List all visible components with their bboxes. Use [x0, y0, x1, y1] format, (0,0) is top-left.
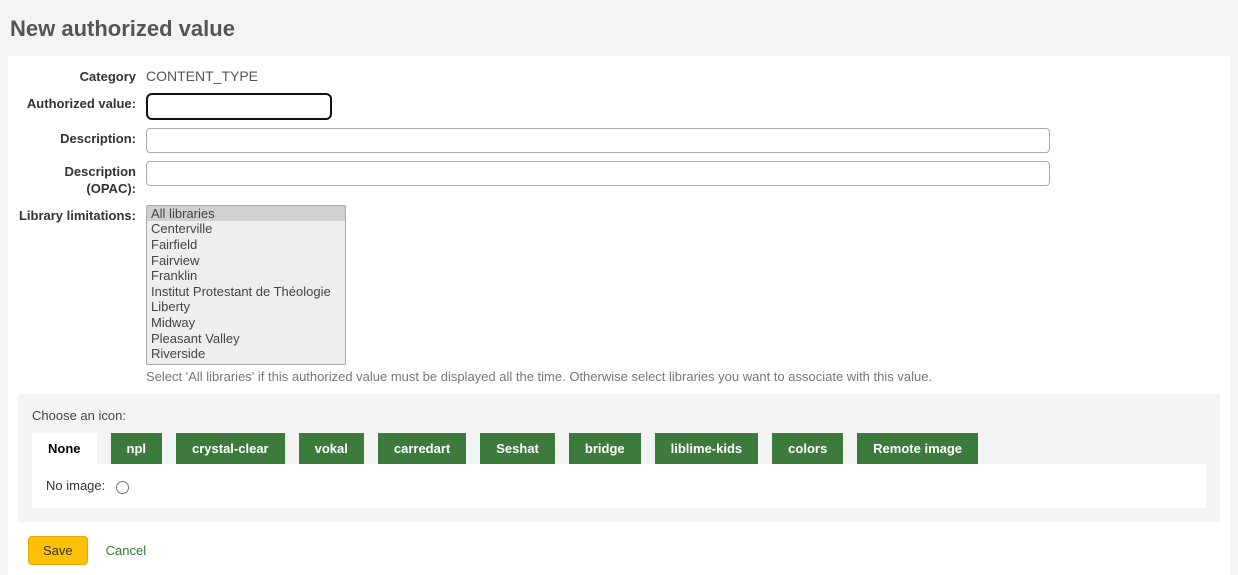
form-panel: Category CONTENT_TYPE Authorized value: … — [8, 56, 1230, 575]
icon-tab-strip: Nonenpl crystal-clear vokal carredart Seshat… — [32, 433, 1206, 464]
icon-tab-vokal[interactable]: vokal — [299, 433, 364, 464]
description-input[interactable] — [146, 128, 1050, 153]
action-bar: Save Cancel — [18, 522, 1220, 575]
no-image-radio[interactable] — [116, 481, 129, 494]
library-option[interactable]: Franklin — [147, 268, 345, 284]
icon-chooser: Choose an icon: Nonenpl crystal-clear voka… — [18, 394, 1220, 522]
icon-caption: Choose an icon: — [32, 408, 1206, 423]
icon-tab-liblime-kids[interactable]: liblime-kids — [655, 433, 759, 464]
save-button[interactable]: Save — [28, 536, 88, 565]
icon-tab-npl[interactable]: npl — [111, 433, 163, 464]
icon-tab-colors[interactable]: colors — [772, 433, 843, 464]
category-value: CONTENT_TYPE — [146, 66, 1220, 84]
library-option[interactable]: Centerville — [147, 221, 345, 237]
icon-tab-body-none: No image: — [32, 464, 1206, 508]
auth-value-input[interactable] — [146, 93, 332, 120]
opac-label: Description (OPAC): — [18, 161, 146, 197]
cancel-link[interactable]: Cancel — [106, 543, 146, 558]
library-option[interactable]: Fairfield — [147, 237, 345, 253]
no-image-label: No image: — [46, 478, 105, 493]
icon-tab-remote-image[interactable]: Remote image — [857, 433, 978, 464]
library-option[interactable]: All libraries — [147, 206, 345, 222]
category-label: Category — [18, 66, 146, 85]
library-option[interactable]: Institut Protestant de Théologie — [147, 284, 345, 300]
icon-tab-none[interactable]: None — [32, 433, 97, 464]
auth-value-label: Authorized value: — [18, 93, 146, 112]
icon-tab-bridge[interactable]: bridge — [569, 433, 641, 464]
opac-input[interactable] — [146, 161, 1050, 186]
library-option[interactable]: Pleasant Valley — [147, 331, 345, 347]
icon-tab-crystal-clear[interactable]: crystal-clear — [176, 433, 285, 464]
description-label: Description: — [18, 128, 146, 147]
lib-limitations-label: Library limitations: — [18, 205, 146, 224]
page-title: New authorized value — [10, 16, 1230, 42]
lib-limitations-hint: Select 'All libraries' if this authorize… — [146, 369, 1220, 384]
library-option[interactable]: Liberty — [147, 299, 345, 315]
icon-tab-carredart[interactable]: carredart — [378, 433, 466, 464]
library-option[interactable]: Fairview — [147, 253, 345, 269]
icon-tab-seshat[interactable]: Seshat — [480, 433, 555, 464]
library-option[interactable]: Riverside — [147, 346, 345, 362]
library-limitations-select[interactable]: All librariesCentervilleFairfieldFairvie… — [146, 205, 346, 365]
library-option[interactable]: Midway — [147, 315, 345, 331]
